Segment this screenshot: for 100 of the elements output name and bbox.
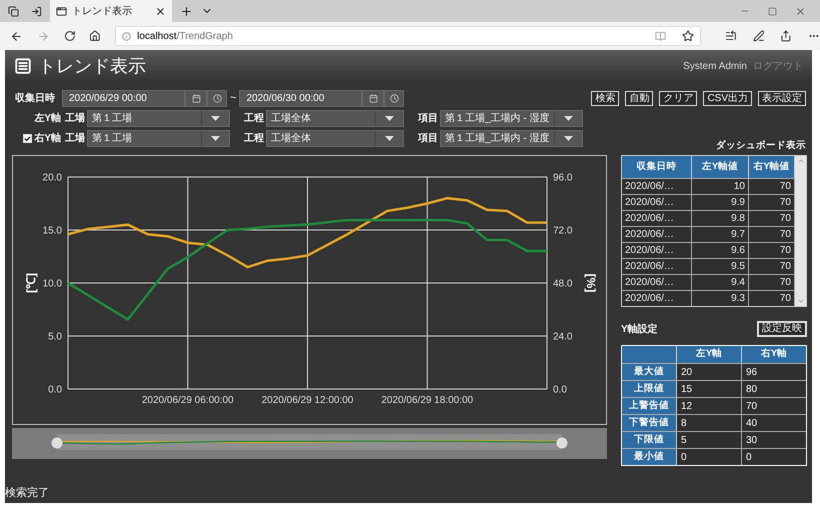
tick-label: 96.0	[553, 172, 572, 184]
field-label: 項目	[418, 132, 439, 146]
new-tab-icon[interactable]	[180, 4, 193, 18]
row-header: 最大値	[622, 364, 677, 380]
page-title: トレンド表示	[38, 54, 146, 78]
maximize-icon[interactable]	[768, 6, 777, 16]
caret-icon	[564, 116, 573, 121]
pen-icon[interactable]	[752, 30, 764, 42]
row-header: 上限値	[622, 381, 677, 397]
select-field[interactable]: 第１工場_工場内 - 湿度	[440, 130, 583, 147]
toolbar-button[interactable]: 自動	[625, 91, 654, 106]
range-handle[interactable]	[52, 438, 62, 448]
address-bar[interactable]: localhost/TrendGraph	[115, 26, 701, 46]
select-field[interactable]: 工場全体	[266, 130, 404, 147]
apply-button[interactable]: 設定反映	[757, 321, 807, 337]
close-icon[interactable]	[155, 6, 166, 16]
clock-icon	[390, 94, 399, 103]
table-cell[interactable]: 70	[742, 398, 806, 414]
axis-title: [%]	[584, 274, 598, 292]
field-label: 工場	[65, 132, 86, 146]
toolbar-button[interactable]: クリア	[659, 91, 698, 106]
table-cell: 9.3	[692, 291, 749, 306]
select-field[interactable]: 工場全体	[266, 110, 404, 127]
row-header: 下限値	[622, 432, 677, 448]
caret-icon	[385, 136, 394, 141]
table-cell[interactable]: 0	[677, 449, 742, 465]
column-header: 右Y軸	[760, 347, 788, 362]
calendar-button[interactable]	[185, 90, 207, 107]
table-cell[interactable]: 80	[742, 381, 806, 397]
share-icon[interactable]	[780, 30, 792, 42]
tick-label: 72.0	[553, 226, 572, 236]
range-handle[interactable]	[556, 438, 568, 448]
field-label: 工程	[244, 132, 265, 146]
star-icon[interactable]	[682, 30, 694, 42]
caret-icon	[385, 116, 394, 121]
axis-label: 右Y軸	[34, 132, 61, 146]
field-label: 項目	[418, 112, 439, 126]
tick-label: 2020/06/29 12:00:00	[262, 395, 354, 406]
caret-icon	[211, 136, 220, 141]
caret-icon	[564, 136, 573, 141]
toolbar-button[interactable]: 検索	[591, 91, 620, 106]
select-field[interactable]: 第１工場_工場内 - 湿度	[440, 110, 583, 127]
list-icon	[14, 57, 32, 75]
dashboard-link[interactable]: ダッシュボード表示	[716, 138, 806, 153]
page-icon	[56, 6, 67, 16]
date-field[interactable]: 2020/06/29 00:00	[62, 90, 185, 107]
tick-label: 5.0	[48, 332, 62, 342]
table-cell[interactable]: 5	[677, 432, 742, 448]
tabs-icon[interactable]	[8, 6, 19, 16]
toolbar-button[interactable]: CSV出力	[703, 91, 752, 106]
row-header: 上警告値	[622, 398, 677, 414]
table-cell[interactable]: 96	[742, 364, 806, 380]
row-header: 下警告値	[622, 415, 677, 431]
caret-icon	[211, 116, 220, 121]
clock-button[interactable]	[207, 90, 227, 107]
info-icon	[122, 32, 132, 40]
url-text: localhost/TrendGraph	[137, 30, 234, 44]
table-cell[interactable]: 12	[677, 398, 742, 414]
calendar-icon	[368, 94, 378, 103]
axis-label: 左Y軸	[34, 112, 61, 126]
tick-label: 15.0	[42, 226, 62, 236]
user-name: System Admin	[683, 60, 747, 74]
axis-title: [℃]	[24, 273, 38, 293]
range-separator: ~	[230, 91, 236, 106]
tick-label: 2020/06/29 06:00:00	[142, 395, 234, 406]
table-cell[interactable]: 8	[677, 415, 742, 431]
tick-label: 48.0	[553, 278, 572, 290]
column-header: 左Y軸	[677, 346, 742, 363]
back-icon[interactable]	[10, 30, 23, 42]
tick-label: 20.0	[42, 172, 62, 184]
clock-icon	[212, 94, 222, 103]
home-icon[interactable]	[89, 30, 102, 42]
tick-label: 24.0	[553, 332, 572, 342]
toolbar-button[interactable]: 表示設定	[758, 91, 806, 106]
field-label: 工程	[244, 112, 265, 126]
table-cell[interactable]: 0	[742, 449, 806, 465]
clock-button[interactable]	[384, 90, 404, 107]
tick-label: 0.0	[48, 384, 62, 396]
browser-tab[interactable]: トレンド表示	[50, 0, 172, 22]
table-cell[interactable]: 30	[742, 432, 806, 448]
field-label: 工場	[65, 112, 86, 126]
status-text: 検索完了	[5, 486, 50, 500]
tick-label: 10.0	[42, 278, 62, 290]
tick-label: 0.0	[553, 384, 567, 396]
table-cell: 2020/06/…	[622, 291, 692, 306]
checkbox[interactable]	[23, 134, 32, 143]
tab-aside-icon[interactable]	[31, 6, 42, 16]
select-field[interactable]: 第１工場	[87, 130, 230, 147]
row-header: 最小値	[622, 449, 677, 465]
favorites-icon[interactable]	[724, 30, 737, 42]
section-title: Y軸設定	[621, 322, 658, 336]
tick-label: 2020/06/29 18:00:00	[381, 395, 474, 406]
calendar-icon	[192, 94, 200, 103]
table-cell[interactable]: 40	[742, 415, 806, 431]
date-field[interactable]: 2020/06/30 00:00	[239, 90, 362, 107]
table-cell[interactable]: 15	[677, 381, 742, 397]
table-cell[interactable]: 20	[677, 364, 742, 380]
refresh-icon[interactable]	[64, 30, 76, 42]
select-field[interactable]: 第１工場	[87, 110, 230, 127]
calendar-button[interactable]	[362, 90, 384, 107]
